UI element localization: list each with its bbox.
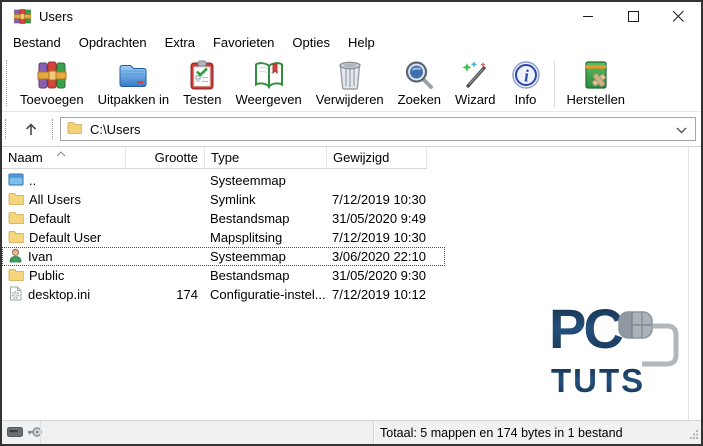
svg-text:PC: PC <box>549 298 622 360</box>
test-button-label: Testen <box>183 92 222 107</box>
address-bar: C:\Users <box>2 112 701 147</box>
menu-opdrachten[interactable]: Opdrachten <box>70 32 156 53</box>
mouse-shape <box>618 311 653 339</box>
titlebar: Users <box>2 2 701 30</box>
toolbar: Toevoegen Uitpakken in Testen Weergeven … <box>2 54 701 112</box>
folder-icon <box>8 192 25 208</box>
column-headers: Naam Grootte Type Gewijzigd <box>2 147 427 169</box>
test-clipboard-icon <box>186 59 218 91</box>
path-combobox[interactable]: C:\Users <box>60 117 696 141</box>
winrar-window: Users Bestand Opdrachten Extra Favoriete… <box>0 0 703 446</box>
menu-help[interactable]: Help <box>339 32 384 53</box>
repair-button-label: Herstellen <box>566 92 626 107</box>
toolbar-gripper[interactable] <box>6 60 11 106</box>
table-row-default-user[interactable]: Default User Mapsplitsing 7/12/2019 10:3… <box>2 228 445 247</box>
header-gewijzigd[interactable]: Gewijzigd <box>327 147 427 168</box>
folder-up-icon <box>8 173 24 189</box>
add-button-label: Toevoegen <box>20 92 84 107</box>
file-rows: .. Systeemmap All Users Symlink 7/12/201… <box>2 169 701 304</box>
table-row-default[interactable]: Default Bestandsmap 31/05/2020 9:49 <box>2 209 445 228</box>
pctuts-watermark-logo: PC TUTS <box>549 297 699 399</box>
test-button[interactable]: Testen <box>176 57 228 109</box>
view-book-icon <box>253 59 285 91</box>
addressbar-gripper-2[interactable] <box>52 119 57 139</box>
menu-bestand[interactable]: Bestand <box>4 32 70 53</box>
table-row-parent-dir[interactable]: .. Systeemmap <box>2 171 445 190</box>
svg-text:i: i <box>524 67 529 86</box>
delete-button[interactable]: Verwijderen <box>309 57 391 109</box>
search-button-label: Zoeken <box>397 92 442 107</box>
status-bar: Totaal: 5 mappen en 174 bytes in 1 besta… <box>2 420 701 444</box>
current-path: C:\Users <box>90 121 141 137</box>
ini-file-icon <box>8 286 23 304</box>
header-grootte[interactable]: Grootte <box>126 147 205 168</box>
view-button-label: Weergeven <box>235 92 302 107</box>
small-folder-icon <box>67 121 83 137</box>
up-directory-button[interactable] <box>17 117 45 141</box>
menu-favorieten[interactable]: Favorieten <box>204 32 283 53</box>
resize-grip[interactable] <box>689 428 699 442</box>
svg-text:TUTS: TUTS <box>551 362 645 398</box>
info-icon: i <box>510 59 542 91</box>
search-icon <box>403 59 435 91</box>
wizard-button-label: Wizard <box>455 92 496 107</box>
folder-icon <box>8 268 25 284</box>
table-row-ivan[interactable]: Ivan Systeemmap 3/06/2020 22:10 <box>2 247 445 266</box>
header-type[interactable]: Type <box>205 147 327 168</box>
menu-extra[interactable]: Extra <box>156 32 204 53</box>
search-button[interactable]: Zoeken <box>391 57 448 109</box>
window-title: Users <box>39 8 73 24</box>
view-button[interactable]: Weergeven <box>228 57 308 109</box>
password-key-icon <box>7 426 23 440</box>
wizard-wand-icon <box>459 59 491 91</box>
folder-icon <box>8 211 25 227</box>
window-controls <box>566 2 701 30</box>
trash-icon <box>334 59 366 91</box>
addressbar-gripper-1[interactable] <box>5 119 10 139</box>
add-button[interactable]: Toevoegen <box>13 57 91 109</box>
minimize-button[interactable] <box>566 2 611 30</box>
table-row-desktop-ini[interactable]: desktop.ini 174 Configuratie-instel... 7… <box>2 285 445 304</box>
table-row-all-users[interactable]: All Users Symlink 7/12/2019 10:30 <box>2 190 445 209</box>
info-button[interactable]: i Info <box>503 57 549 109</box>
status-middle-panel <box>40 421 373 444</box>
status-total-text: Totaal: 5 mappen en 174 bytes in 1 besta… <box>380 425 623 440</box>
file-list-area: Naam Grootte Type Gewijzigd .. Systeemma <box>2 147 701 420</box>
chevron-down-icon[interactable] <box>676 122 687 137</box>
extract-to-button[interactable]: Uitpakken in <box>91 57 177 109</box>
folder-icon <box>8 230 25 246</box>
status-icons <box>2 421 42 444</box>
menu-opties[interactable]: Opties <box>283 32 339 53</box>
table-row-public[interactable]: Public Bestandsmap 31/05/2020 9:30 <box>2 266 445 285</box>
repair-book-icon <box>580 59 612 91</box>
user-icon <box>8 248 23 266</box>
repair-button[interactable]: Herstellen <box>560 57 633 109</box>
extract-folder-icon <box>117 59 149 91</box>
wizard-button[interactable]: Wizard <box>448 57 502 109</box>
extract-to-button-label: Uitpakken in <box>97 92 170 107</box>
close-button[interactable] <box>656 2 701 30</box>
delete-button-label: Verwijderen <box>315 92 384 107</box>
maximize-button[interactable] <box>611 2 656 30</box>
winrar-add-icon <box>36 59 68 91</box>
winrar-app-icon <box>13 8 32 24</box>
status-total-panel: Totaal: 5 mappen en 174 bytes in 1 besta… <box>373 421 701 444</box>
toolbar-separator <box>553 60 555 108</box>
info-button-label: Info <box>514 92 537 107</box>
up-arrow-icon <box>25 122 37 135</box>
sort-ascending-icon <box>56 147 66 160</box>
menubar: Bestand Opdrachten Extra Favorieten Opti… <box>2 30 701 54</box>
